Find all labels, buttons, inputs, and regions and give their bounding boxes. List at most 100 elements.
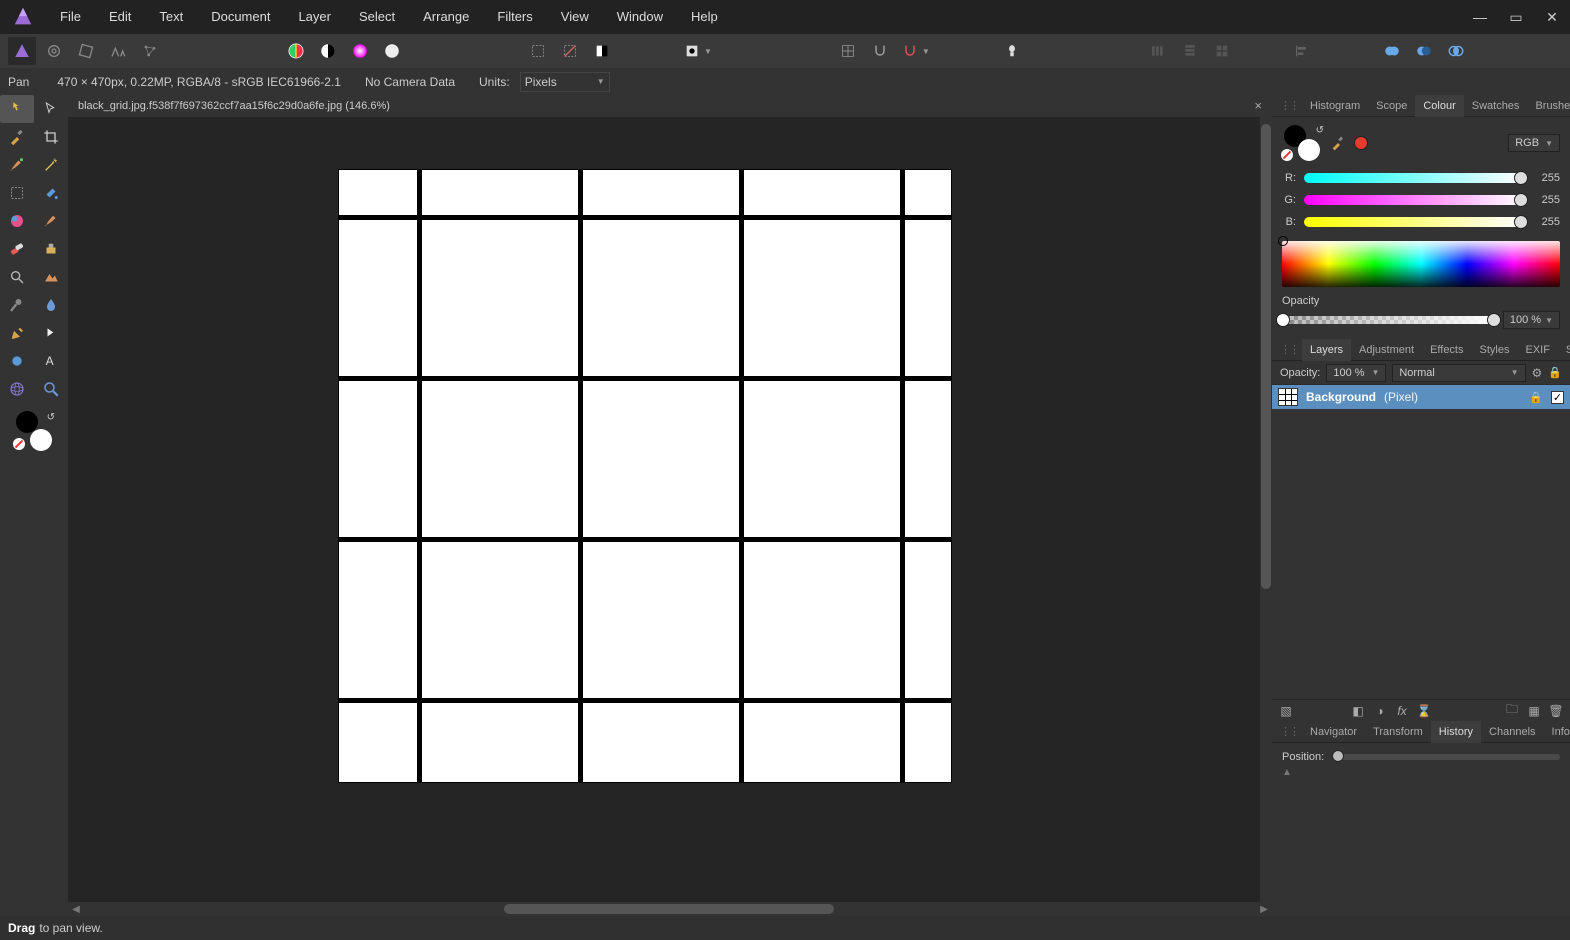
bool-subtract-button[interactable] [1410, 37, 1438, 65]
bool-add-button[interactable] [1378, 37, 1406, 65]
tab-history[interactable]: History [1431, 721, 1481, 743]
arrange-right-button[interactable] [1208, 37, 1236, 65]
tab-scope[interactable]: Scope [1368, 95, 1415, 117]
units-dropdown[interactable]: Pixels ▼ [520, 72, 610, 92]
persona-export-button[interactable] [136, 37, 164, 65]
shape-tool[interactable] [0, 347, 34, 375]
r-slider[interactable] [1304, 173, 1522, 183]
menu-window[interactable]: Window [603, 0, 677, 34]
selection-new-button[interactable] [524, 37, 552, 65]
menu-layer[interactable]: Layer [284, 0, 345, 34]
add-layer-icon[interactable]: ▦ [1526, 704, 1542, 718]
layer-properties-icon[interactable]: ▧ [1278, 704, 1294, 718]
fx-icon[interactable]: fx [1394, 704, 1410, 718]
clone-tool[interactable] [34, 235, 68, 263]
layer-row[interactable]: Background (Pixel) 🔒 ✓ [1272, 385, 1570, 409]
selection-refine-button[interactable] [588, 37, 616, 65]
menu-file[interactable]: File [46, 0, 95, 34]
snapping-dropdown[interactable]: ▼ [898, 37, 934, 65]
document-tab-close-icon[interactable]: × [1254, 98, 1262, 113]
history-slider[interactable] [1332, 754, 1560, 760]
persona-develop-button[interactable] [72, 37, 100, 65]
live-filter-icon[interactable]: ⌛ [1416, 704, 1432, 718]
layer-lock-icon[interactable]: 🔒 [1548, 366, 1562, 379]
arrange-left-button[interactable] [1144, 37, 1172, 65]
tab-transform[interactable]: Transform [1365, 721, 1431, 743]
horizontal-scrollbar[interactable]: ◀ ▶ [68, 902, 1272, 916]
tab-exif[interactable]: EXIF [1517, 339, 1557, 361]
node-tool[interactable] [34, 319, 68, 347]
history-expand-icon[interactable]: ▲ [1282, 763, 1560, 778]
inpaint-tool[interactable] [34, 263, 68, 291]
panel-grip-icon[interactable]: ⋮⋮ [1276, 725, 1302, 738]
tab-effects[interactable]: Effects [1422, 339, 1471, 361]
autolevels-button[interactable] [282, 37, 310, 65]
menu-edit[interactable]: Edit [95, 0, 145, 34]
menu-text[interactable]: Text [145, 0, 197, 34]
group-icon[interactable]: 🗀 [1504, 700, 1520, 721]
snap-button[interactable] [866, 37, 894, 65]
persona-liquify-button[interactable] [40, 37, 68, 65]
zoom-tool[interactable] [0, 263, 34, 291]
menu-help[interactable]: Help [677, 0, 732, 34]
gradient-tool[interactable] [0, 207, 34, 235]
autocontrast-button[interactable] [314, 37, 342, 65]
panel-grip-icon[interactable]: ⋮⋮ [1276, 99, 1302, 112]
delete-layer-icon[interactable]: 🗑 [1548, 704, 1564, 718]
crop-tool[interactable] [34, 123, 68, 151]
autowb-button[interactable] [378, 37, 406, 65]
colour-well-icon[interactable] [1354, 136, 1368, 150]
move-tool[interactable] [34, 95, 68, 123]
tab-channels[interactable]: Channels [1481, 721, 1543, 743]
pen-tool[interactable] [0, 319, 34, 347]
tab-navigator[interactable]: Navigator [1302, 721, 1365, 743]
tab-layers[interactable]: Layers [1302, 339, 1351, 361]
bool-intersect-button[interactable] [1442, 37, 1470, 65]
menu-arrange[interactable]: Arrange [409, 0, 483, 34]
mesh-tool[interactable] [0, 375, 34, 403]
window-close-button[interactable]: ✕ [1534, 0, 1570, 34]
tab-colour[interactable]: Colour [1415, 95, 1463, 117]
blur-tool[interactable] [34, 291, 68, 319]
menu-filters[interactable]: Filters [483, 0, 546, 34]
layer-opacity-dropdown[interactable]: 100 %▼ [1326, 364, 1386, 382]
b-slider[interactable] [1304, 217, 1522, 227]
menu-view[interactable]: View [547, 0, 603, 34]
colour-mode-dropdown[interactable]: RGB▼ [1508, 134, 1560, 152]
view-tool[interactable] [0, 95, 34, 123]
blend-mode-dropdown[interactable]: Normal▼ [1392, 364, 1525, 382]
quickmask-dropdown[interactable]: ▼ [680, 37, 716, 65]
tab-adjustment[interactable]: Adjustment [1351, 339, 1422, 361]
paintbrush-tool[interactable] [0, 151, 34, 179]
floodfill-tool[interactable] [34, 179, 68, 207]
autocolours-button[interactable] [346, 37, 374, 65]
menu-select[interactable]: Select [345, 0, 409, 34]
colour-field[interactable] [1282, 241, 1560, 287]
text-tool[interactable]: A [34, 347, 68, 375]
opacity-dropdown[interactable]: 100 %▼ [1503, 311, 1560, 329]
tab-brushes[interactable]: Brushes [1527, 95, 1570, 117]
selection-subtract-button[interactable] [556, 37, 584, 65]
dodge-tool[interactable] [0, 291, 34, 319]
b-value[interactable]: 255 [1530, 216, 1560, 228]
tab-info[interactable]: Info [1544, 721, 1570, 743]
viewport[interactable] [68, 117, 1260, 902]
window-minimize-button[interactable]: — [1462, 0, 1498, 34]
panel-grip-icon[interactable]: ⋮⋮ [1276, 343, 1302, 356]
wand-tool[interactable] [34, 151, 68, 179]
layer-visibility-checkbox[interactable]: ✓ [1551, 391, 1564, 404]
erase-tool[interactable] [0, 235, 34, 263]
mask-icon[interactable]: ◧ [1350, 704, 1366, 718]
assistant-button[interactable] [998, 37, 1026, 65]
snap-grid-button[interactable] [834, 37, 862, 65]
tab-histogram[interactable]: Histogram [1302, 95, 1368, 117]
opacity-slider[interactable] [1282, 316, 1495, 324]
g-slider[interactable] [1304, 195, 1522, 205]
persona-photo-button[interactable] [8, 37, 36, 65]
vertical-scrollbar[interactable] [1260, 117, 1272, 902]
tab-swatches[interactable]: Swatches [1464, 95, 1528, 117]
tab-stock[interactable]: Stock [1558, 339, 1570, 361]
arrange-center-button[interactable] [1176, 37, 1204, 65]
tool-colour-swatch[interactable]: ↺ [14, 411, 54, 451]
magnify-tool[interactable] [34, 375, 68, 403]
